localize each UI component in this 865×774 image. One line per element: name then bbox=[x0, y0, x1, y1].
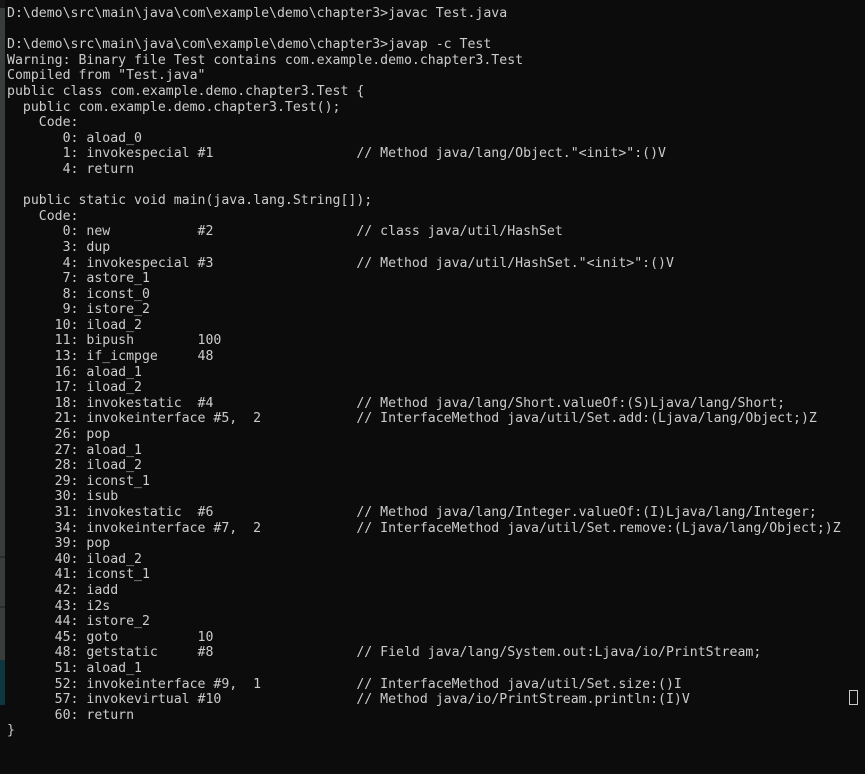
terminal-window: D:\demo\src\main\java\com\example\demo\c… bbox=[0, 0, 865, 774]
console-output-area[interactable]: D:\demo\src\main\java\com\example\demo\c… bbox=[5, 0, 865, 774]
text-cursor bbox=[849, 690, 858, 705]
console-text: D:\demo\src\main\java\com\example\demo\c… bbox=[7, 6, 841, 739]
